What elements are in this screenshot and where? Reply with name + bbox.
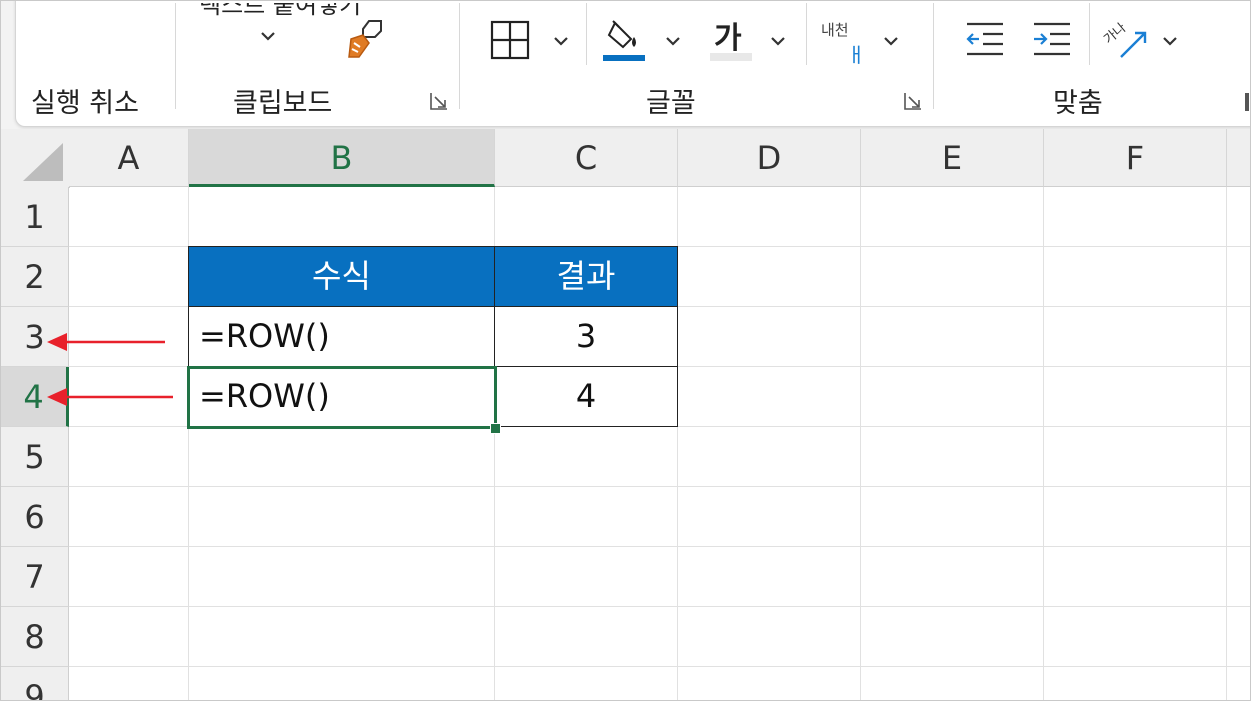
column-header-c[interactable]: C	[495, 129, 678, 187]
group-separator	[933, 3, 934, 109]
gridline	[1226, 187, 1227, 700]
borders-icon[interactable]	[489, 19, 531, 61]
column-header-g[interactable]	[1227, 129, 1250, 187]
alignment-dialog-launcher-icon[interactable]	[1245, 93, 1249, 111]
red-arrow-row-3	[47, 333, 165, 351]
column-header-d[interactable]: D	[678, 129, 861, 187]
tool-separator	[806, 3, 807, 65]
cell-b2-header-formula[interactable]: 수식	[188, 246, 495, 307]
group-separator	[175, 3, 176, 109]
fill-handle[interactable]	[490, 423, 501, 434]
row-header-1[interactable]: 1	[1, 187, 69, 247]
select-all-corner[interactable]	[1, 129, 70, 188]
format-painter-icon[interactable]	[345, 17, 391, 61]
decrease-indent-icon[interactable]	[965, 21, 1005, 59]
gridline	[69, 666, 1250, 667]
paste-options-label[interactable]: 텍스트 붙여넣기	[199, 3, 361, 20]
column-header-a[interactable]: A	[69, 129, 189, 187]
gridline	[69, 486, 1250, 487]
red-arrow-row-4	[47, 388, 173, 406]
clipboard-dialog-launcher-icon[interactable]	[429, 91, 449, 111]
increase-indent-icon[interactable]	[1032, 21, 1072, 59]
borders-dropdown-chevron-icon[interactable]	[552, 35, 570, 47]
cell-c3-result[interactable]: 3	[494, 306, 678, 367]
ribbon: 텍스트 붙여넣기 실행 취소 클립보드 가 내천 ㅐ 글꼴 가나 맞춤	[1, 1, 1250, 129]
group-separator	[459, 3, 460, 109]
column-header-b[interactable]: B	[189, 129, 495, 187]
tool-separator	[1089, 3, 1090, 65]
row-header-7[interactable]: 7	[1, 547, 69, 607]
font-dialog-launcher-icon[interactable]	[903, 91, 923, 111]
tool-separator	[586, 3, 587, 65]
select-all-triangle-icon	[23, 143, 63, 181]
gridline	[69, 546, 1250, 547]
fill-color-icon[interactable]	[601, 17, 647, 63]
group-label-font: 글꼴	[646, 88, 696, 119]
group-label-undo: 실행 취소	[31, 88, 139, 119]
wrap-text-chevron-icon[interactable]	[882, 35, 900, 47]
font-color-icon[interactable]: 가	[714, 13, 742, 57]
group-label-alignment: 맞춤	[1053, 88, 1103, 119]
row-header-8[interactable]: 8	[1, 607, 69, 667]
cell-b4-formula[interactable]: =ROW()	[188, 366, 495, 427]
paste-dropdown-chevron-icon[interactable]	[259, 30, 277, 42]
row-header-5[interactable]: 5	[1, 427, 69, 487]
row-header-2[interactable]: 2	[1, 247, 69, 307]
row-header-6[interactable]: 6	[1, 487, 69, 547]
wrap-text-icon[interactable]: 내천	[821, 19, 849, 40]
fill-color-chevron-icon[interactable]	[664, 35, 682, 47]
gridline	[860, 187, 861, 700]
column-header-e[interactable]: E	[861, 129, 1044, 187]
gridline	[1043, 187, 1044, 700]
worksheet-grid[interactable]: A B C D E F 1 2 3 4 5 6 7 8 9 수식 결과 =ROW…	[1, 129, 1250, 700]
cell-c4-result[interactable]: 4	[494, 366, 678, 427]
gridline	[69, 606, 1250, 607]
font-color-chevron-icon[interactable]	[769, 35, 787, 47]
excel-window: 텍스트 붙여넣기 실행 취소 클립보드 가 내천 ㅐ 글꼴 가나 맞춤 A B …	[0, 0, 1251, 701]
column-header-f[interactable]: F	[1044, 129, 1227, 187]
orientation-arrow-icon	[1120, 31, 1147, 58]
row-header-9[interactable]: 9	[1, 667, 69, 700]
orientation-chevron-icon[interactable]	[1161, 35, 1179, 47]
group-label-clipboard: 클립보드	[233, 88, 333, 119]
cell-b3-formula[interactable]: =ROW()	[188, 306, 495, 367]
wrap-text-icon-lower: ㅐ	[847, 43, 866, 67]
font-color-bar	[710, 53, 752, 61]
cell-c2-header-result[interactable]: 결과	[494, 246, 678, 307]
